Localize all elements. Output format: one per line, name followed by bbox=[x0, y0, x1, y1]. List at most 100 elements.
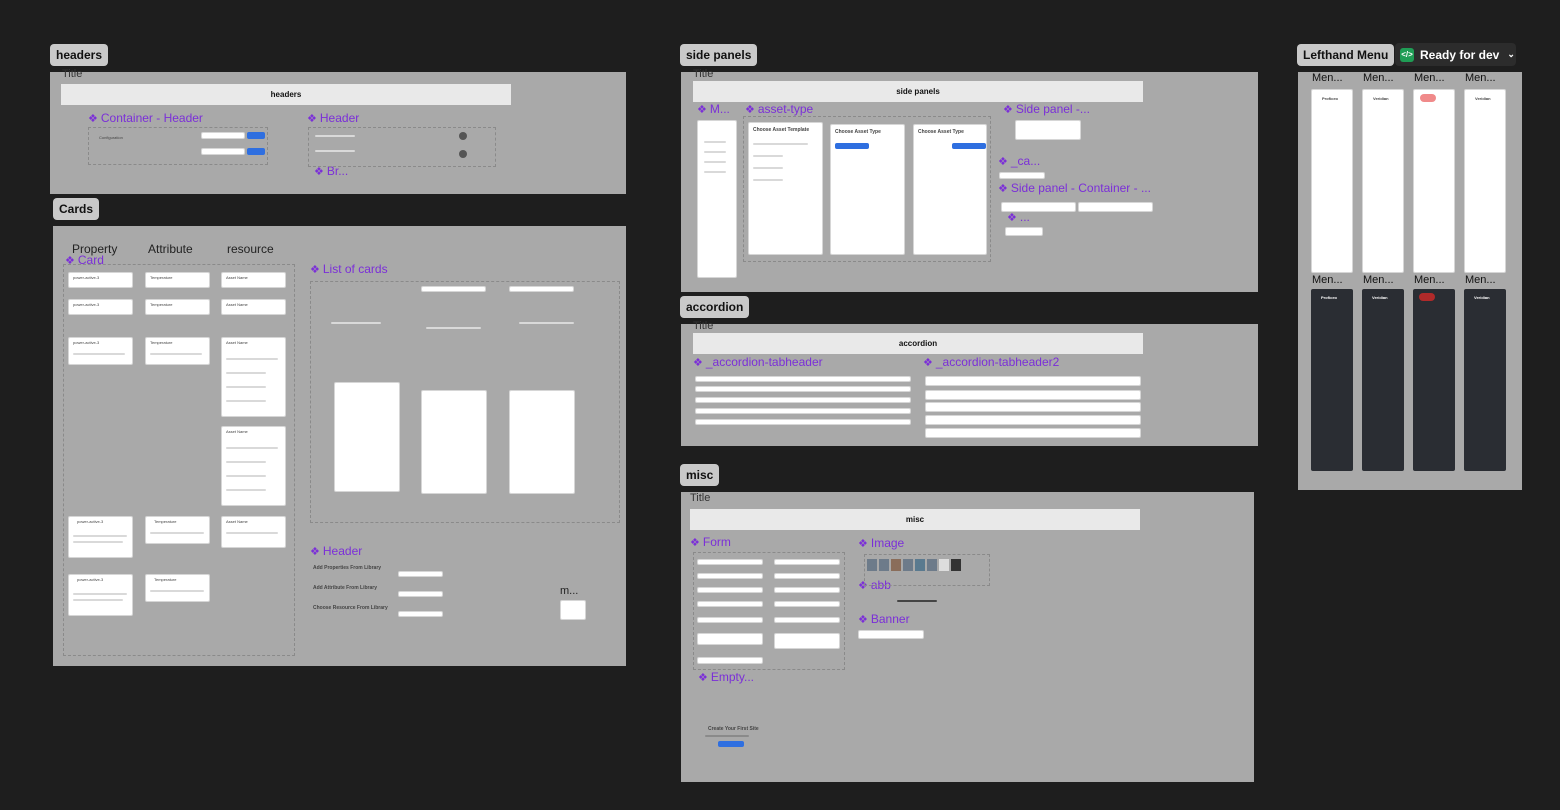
component-m[interactable]: ❖ M... bbox=[697, 102, 730, 116]
property-list[interactable] bbox=[509, 390, 575, 494]
form-field[interactable] bbox=[697, 601, 763, 607]
dark-menu-veridian-2[interactable]: Veridian bbox=[1464, 289, 1506, 471]
image-thumbnail[interactable] bbox=[903, 559, 913, 571]
section-tag-side-panels[interactable]: side panels bbox=[680, 44, 758, 66]
resource-card[interactable]: Asset Name bbox=[221, 337, 286, 417]
menu-popover[interactable] bbox=[560, 600, 586, 620]
component-ca[interactable]: ❖ _ca... bbox=[998, 154, 1040, 168]
component-image[interactable]: ❖ Image bbox=[858, 536, 904, 550]
list-tabs[interactable] bbox=[509, 286, 574, 292]
attribute-card[interactable]: Temperature bbox=[145, 272, 210, 288]
header-search-input[interactable] bbox=[398, 591, 443, 597]
component-side-panel-container[interactable]: ❖ Side panel - Container - ... bbox=[998, 181, 1151, 195]
image-thumbnail[interactable] bbox=[867, 559, 877, 571]
header-search-input[interactable] bbox=[398, 571, 443, 577]
dark-menu-veridian[interactable]: Veridian bbox=[1362, 289, 1404, 471]
banner-preview[interactable] bbox=[858, 630, 924, 639]
component-header[interactable]: ❖ Header bbox=[307, 111, 359, 125]
light-menu-abb[interactable] bbox=[1413, 89, 1455, 273]
accordion-row-2[interactable] bbox=[925, 415, 1141, 425]
component-accordion-tabheader[interactable]: ❖ _accordion-tabheader bbox=[693, 355, 823, 369]
header-action-button[interactable] bbox=[247, 132, 265, 139]
form-field[interactable] bbox=[774, 559, 840, 565]
avatar[interactable] bbox=[459, 132, 467, 140]
accordion-row[interactable] bbox=[695, 397, 911, 403]
choose-type-panel[interactable]: Choose Asset Type bbox=[830, 124, 905, 255]
component-side-panel[interactable]: ❖ Side panel -... bbox=[1003, 102, 1090, 116]
property-card[interactable]: power-active-3 bbox=[68, 299, 133, 315]
container-preview-2[interactable] bbox=[1078, 202, 1153, 212]
choose-template-panel[interactable]: Choose Asset Template bbox=[748, 122, 823, 255]
property-card[interactable]: power-active-3 bbox=[68, 337, 133, 365]
form-field[interactable] bbox=[774, 573, 840, 579]
section-tag-accordion[interactable]: accordion bbox=[680, 296, 750, 318]
tab-primary[interactable] bbox=[952, 143, 986, 149]
accordion-row[interactable] bbox=[695, 376, 911, 382]
accordion-row-2[interactable] bbox=[925, 428, 1141, 438]
component-m[interactable]: m... bbox=[560, 585, 578, 597]
component-header[interactable]: ❖ Header bbox=[310, 544, 362, 558]
attribute-card[interactable]: Temperature bbox=[145, 574, 210, 602]
container-preview[interactable] bbox=[1001, 202, 1076, 212]
accordion-row[interactable] bbox=[695, 386, 911, 392]
property-card[interactable]: power-active-3 bbox=[68, 516, 133, 558]
component-dotdot[interactable]: ❖... bbox=[1007, 210, 1030, 224]
attribute-card[interactable]: Temperature bbox=[145, 516, 210, 544]
resource-card[interactable]: Asset Name bbox=[221, 426, 286, 506]
accordion-row[interactable] bbox=[695, 408, 911, 414]
form-textarea[interactable] bbox=[697, 633, 763, 645]
accordion-row[interactable] bbox=[695, 419, 911, 425]
image-thumbnail[interactable] bbox=[939, 559, 949, 571]
property-card[interactable]: power-active-3 bbox=[68, 574, 133, 616]
resource-card[interactable]: Asset Name bbox=[221, 516, 286, 548]
attribute-card[interactable]: Temperature bbox=[145, 337, 210, 365]
component-asset-type[interactable]: ❖ asset-type bbox=[745, 102, 813, 116]
image-thumbnail[interactable] bbox=[915, 559, 925, 571]
tab-primary[interactable] bbox=[835, 143, 869, 149]
form-upload[interactable] bbox=[697, 657, 763, 664]
form-field[interactable] bbox=[697, 587, 763, 593]
accordion-row-2[interactable] bbox=[925, 402, 1141, 412]
image-thumbnail[interactable] bbox=[927, 559, 937, 571]
component-banner[interactable]: ❖ Banner bbox=[858, 612, 910, 626]
form-field[interactable] bbox=[774, 617, 840, 623]
image-thumbnail[interactable] bbox=[951, 559, 961, 571]
component-container-header[interactable]: ❖ Container - Header bbox=[88, 111, 203, 125]
light-menu-proficeo[interactable]: Proficeo bbox=[1311, 89, 1353, 273]
form-field[interactable] bbox=[774, 587, 840, 593]
form-field[interactable] bbox=[697, 559, 763, 565]
light-menu-veridian-2[interactable]: Veridian bbox=[1464, 89, 1506, 273]
ready-for-dev-button[interactable]: </> Ready for dev ⌄ bbox=[1395, 43, 1516, 66]
section-tag-lefthand-menu[interactable]: Lefthand Menu bbox=[1297, 44, 1395, 66]
asset-list[interactable] bbox=[334, 382, 400, 492]
create-site-button[interactable] bbox=[718, 741, 744, 747]
section-tag-headers[interactable]: headers bbox=[50, 44, 109, 66]
header-action-button-2[interactable] bbox=[247, 148, 265, 155]
header-search-input[interactable] bbox=[398, 611, 443, 617]
accordion-row-2[interactable] bbox=[925, 390, 1141, 400]
image-thumbnail[interactable] bbox=[879, 559, 889, 571]
dark-menu-proficeo[interactable]: Proficeo bbox=[1311, 289, 1353, 471]
component-list-of-cards[interactable]: ❖ List of cards bbox=[310, 262, 388, 276]
list-tabs[interactable] bbox=[421, 286, 486, 292]
resource-card[interactable]: Asset Name bbox=[221, 272, 286, 288]
choose-type-panel-2[interactable]: Choose Asset Type bbox=[913, 124, 987, 255]
dotdot-preview[interactable] bbox=[1005, 227, 1043, 236]
image-thumbnail[interactable] bbox=[891, 559, 901, 571]
resource-card[interactable]: Asset Name bbox=[221, 299, 286, 315]
component-accordion-tabheader2[interactable]: ❖ _accordion-tabheader2 bbox=[923, 355, 1059, 369]
header-search-input[interactable] bbox=[201, 132, 245, 139]
attribute-list[interactable] bbox=[421, 390, 487, 494]
accordion-row-2[interactable] bbox=[925, 376, 1141, 386]
side-nav-preview[interactable] bbox=[697, 120, 737, 278]
attribute-card[interactable]: Temperature bbox=[145, 299, 210, 315]
form-textarea[interactable] bbox=[774, 633, 840, 649]
section-tag-cards[interactable]: Cards bbox=[53, 198, 100, 220]
component-form[interactable]: ❖ Form bbox=[690, 535, 731, 549]
dark-menu-abb[interactable] bbox=[1413, 289, 1455, 471]
avatar[interactable] bbox=[459, 150, 467, 158]
ca-preview[interactable] bbox=[999, 172, 1045, 179]
form-field[interactable] bbox=[697, 573, 763, 579]
section-tag-misc[interactable]: misc bbox=[680, 464, 720, 486]
form-field[interactable] bbox=[697, 617, 763, 623]
